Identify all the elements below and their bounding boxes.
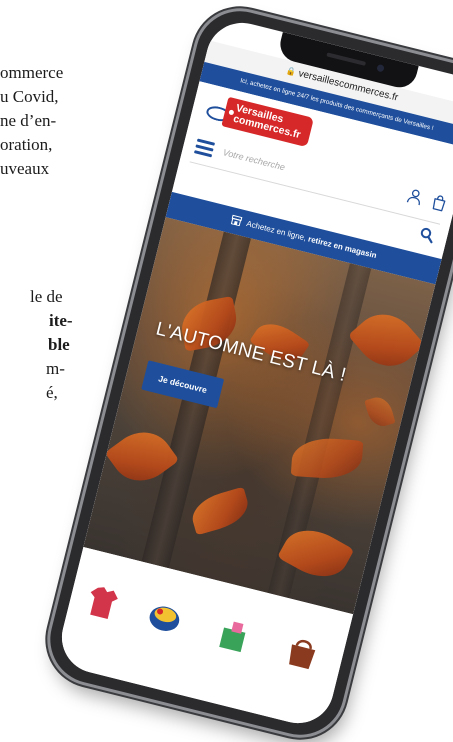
hero-leaf <box>364 394 396 430</box>
clothing-category-icon[interactable] <box>81 580 125 624</box>
shopping-bag-icon[interactable] <box>430 193 447 212</box>
article-line: ommerce <box>0 63 64 82</box>
toys-category-icon[interactable] <box>143 595 187 639</box>
user-icon[interactable] <box>406 187 423 206</box>
search-icon[interactable] <box>417 225 436 244</box>
article-line: uveaux <box>0 159 50 178</box>
store-icon <box>230 214 243 227</box>
phone-frame: 🔒versaillescommerces.fr Ici, achetez en … <box>40 1 453 742</box>
phone-screen: 🔒versaillescommerces.fr Ici, achetez en … <box>54 15 453 731</box>
article-line: ble <box>48 335 70 354</box>
article-line: ite- <box>49 311 73 330</box>
phone-mockup: 🔒versaillescommerces.fr Ici, achetez en … <box>40 1 453 742</box>
speaker <box>326 52 367 66</box>
article-line: m- <box>46 359 65 378</box>
article-line: u Covid, <box>0 87 59 106</box>
camera <box>376 63 385 73</box>
bags-category-icon[interactable] <box>281 629 325 673</box>
search-input[interactable] <box>220 143 371 198</box>
page: ommerce u Covid, ne d’en- oration, uveau… <box>0 0 453 742</box>
lock-icon: 🔒 <box>284 66 297 78</box>
article-line: é, <box>46 383 58 402</box>
hero-banner: L'AUTOMNE EST LÀ ! Je découvre <box>83 217 436 615</box>
home-category-icon[interactable] <box>213 612 257 656</box>
hero-leaf <box>290 435 364 481</box>
article-line: ne d’en- <box>0 111 57 130</box>
article-line: oration, <box>0 135 53 154</box>
hero-leaf <box>187 486 253 536</box>
article-line: le de <box>30 287 63 306</box>
menu-icon[interactable] <box>194 138 216 157</box>
